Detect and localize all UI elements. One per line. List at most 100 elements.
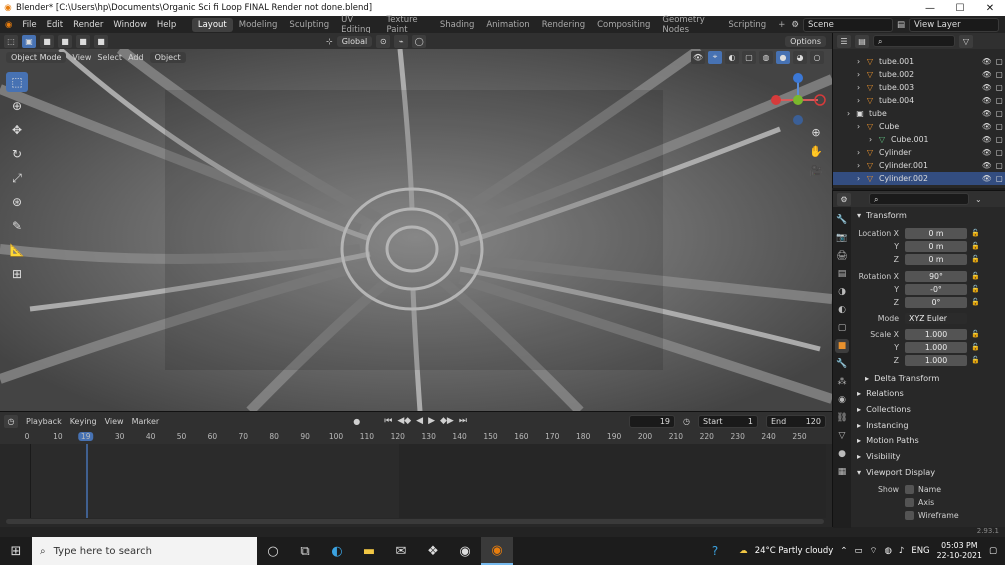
help-icon[interactable]: ? — [712, 544, 718, 558]
constraints-tab-icon[interactable]: ⛓ — [835, 411, 849, 425]
lock-icon[interactable]: 🔓 — [971, 255, 980, 263]
proportional-edit-icon[interactable]: ◯ — [412, 34, 427, 48]
tab-shading[interactable]: Shading — [434, 18, 481, 32]
properties-editor-type-icon[interactable]: ⚙ — [837, 192, 851, 206]
viewport-display-panel[interactable]: ▾ Viewport Display — [853, 464, 1005, 480]
properties-search-input[interactable]: ⌕ — [869, 193, 969, 205]
tab-sculpting[interactable]: Sculpting — [283, 18, 335, 32]
add-cube-tool-icon[interactable]: ⊞ — [6, 264, 28, 284]
lock-icon[interactable]: 🔓 — [971, 330, 980, 338]
weather-icon[interactable]: ☁ — [739, 546, 748, 556]
eye-icon[interactable]: 👁 — [982, 174, 992, 183]
jump-start-icon[interactable]: ⏮ — [384, 416, 392, 426]
camera-icon[interactable]: ▢ — [996, 83, 1003, 92]
visibility-icon[interactable]: 👁 — [691, 50, 705, 64]
view-layer-icon[interactable]: ▤ — [897, 20, 905, 30]
eye-icon[interactable]: 👁 — [982, 122, 992, 131]
end-frame-field[interactable]: End 120 — [766, 414, 826, 428]
wireframe-shading-icon[interactable]: ◍ — [759, 50, 773, 64]
task-view-icon[interactable]: ⧉ — [289, 537, 321, 565]
show-name-checkbox[interactable] — [905, 484, 914, 494]
rotation-z-field[interactable]: 0° — [905, 296, 967, 308]
lock-icon[interactable]: 🔓 — [971, 229, 980, 237]
add-workspace-icon[interactable]: + — [772, 18, 791, 32]
volume-icon[interactable]: ♪ — [899, 546, 904, 556]
relations-panel[interactable]: ▸ Relations — [853, 385, 1005, 401]
show-axis-checkbox[interactable] — [905, 497, 914, 507]
eye-icon[interactable]: 👁 — [982, 148, 992, 157]
material-shading-icon[interactable]: ◕ — [793, 50, 807, 64]
output-tab-icon[interactable]: 🖨 — [835, 249, 849, 263]
view-layer-selector[interactable]: View Layer — [909, 17, 999, 32]
scene-selector[interactable]: Scene — [802, 17, 893, 32]
object-tab-icon[interactable]: ■ — [835, 339, 849, 353]
scene-tab-icon[interactable]: ◑ — [835, 285, 849, 299]
select-tool-icon[interactable]: ⬚ — [6, 72, 28, 92]
xray-icon[interactable]: ▢ — [742, 50, 756, 64]
gizmo-icon[interactable]: ⌖ — [708, 50, 722, 64]
mail-icon[interactable]: ✉ — [385, 537, 417, 565]
rotate-tool-icon[interactable]: ↻ — [6, 144, 28, 164]
expand-arrow-icon[interactable]: › — [869, 135, 877, 144]
options-dropdown[interactable]: Options — [785, 35, 826, 47]
language-indicator[interactable]: ENG — [911, 546, 929, 556]
menu-object[interactable]: Object — [149, 51, 186, 63]
timeline-scrollbar[interactable] — [6, 519, 824, 524]
taskbar-search[interactable]: ⌕ Type here to search — [32, 537, 257, 565]
outliner-row[interactable]: › ▽ tube.001 👁 ▢ — [833, 55, 1005, 68]
lock-icon[interactable]: 🔓 — [971, 285, 980, 293]
texture-tab-icon[interactable]: ▦ — [835, 465, 849, 479]
outliner-row[interactable]: › ▽ Cylinder.001 👁 ▢ — [833, 159, 1005, 172]
outliner-row[interactable]: › ▽ tube.003 👁 ▢ — [833, 81, 1005, 94]
measure-tool-icon[interactable]: 📐 — [6, 240, 28, 260]
select-mode-new-icon[interactable]: ■ — [40, 34, 54, 48]
prev-keyframe-icon[interactable]: ◀◆ — [397, 416, 411, 426]
edge-icon[interactable]: ◐ — [321, 537, 353, 565]
menu-file[interactable]: File — [17, 20, 41, 30]
menu-window[interactable]: Window — [108, 20, 152, 30]
clock[interactable]: 05:03 PM 22-10-2021 — [937, 541, 982, 561]
play-reverse-icon[interactable]: ◀ — [416, 416, 423, 426]
timeline-editor-type-icon[interactable]: ◷ — [4, 414, 18, 428]
rendered-shading-icon[interactable]: ○ — [810, 50, 824, 64]
camera-icon[interactable]: ▢ — [996, 174, 1003, 183]
menu-view[interactable]: View — [72, 53, 91, 62]
maximize-button[interactable]: ☐ — [945, 3, 975, 14]
world-tab-icon[interactable]: ◐ — [835, 303, 849, 317]
material-tab-icon[interactable]: ● — [835, 447, 849, 461]
menu-playback[interactable]: Playback — [26, 417, 62, 426]
rotation-x-field[interactable]: 90° — [905, 270, 967, 282]
outliner-row[interactable]: › ▽ Cylinder 👁 ▢ — [833, 146, 1005, 159]
expand-arrow-icon[interactable]: › — [857, 70, 865, 79]
move-tool-icon[interactable]: ✥ — [6, 120, 28, 140]
menu-help[interactable]: Help — [152, 20, 181, 30]
show-wireframe-checkbox[interactable] — [905, 510, 914, 520]
cortana-icon[interactable]: ○ — [257, 537, 289, 565]
annotate-tool-icon[interactable]: ✎ — [6, 216, 28, 236]
transform-panel-header[interactable]: ▾ Transform — [853, 207, 1005, 223]
file-explorer-icon[interactable]: ▬ — [353, 537, 385, 565]
tab-scripting[interactable]: Scripting — [722, 18, 772, 32]
pan-hand-icon[interactable]: ✋ — [809, 145, 823, 158]
location-x-field[interactable]: 0 m — [905, 227, 967, 239]
notifications-icon[interactable]: ▢ — [989, 546, 997, 556]
expand-arrow-icon[interactable]: › — [857, 161, 865, 170]
github-icon[interactable]: ◉ — [449, 537, 481, 565]
outliner-search-input[interactable]: ⌕ — [873, 35, 955, 47]
expand-arrow-icon[interactable]: › — [857, 148, 865, 157]
outliner-editor-type-icon[interactable]: ☰ — [837, 34, 851, 48]
chevron-up-icon[interactable]: ⌃ — [840, 546, 847, 556]
outliner-row[interactable]: › ▽ Cube.001 👁 ▢ — [833, 133, 1005, 146]
delta-transform-panel[interactable]: ▸ Delta Transform — [853, 370, 1005, 386]
expand-arrow-icon[interactable]: › — [857, 96, 865, 105]
current-frame-indicator[interactable]: 19 — [77, 432, 94, 441]
close-button[interactable]: ✕ — [975, 3, 1005, 14]
camera-icon[interactable]: ▢ — [996, 148, 1003, 157]
eye-icon[interactable]: 👁 — [982, 96, 992, 105]
battery-icon[interactable]: ▭ — [854, 546, 862, 556]
zoom-icon[interactable]: ⊕ — [811, 126, 820, 139]
scale-z-field[interactable]: 1.000 — [905, 354, 967, 366]
globe-icon[interactable]: ◍ — [884, 546, 891, 556]
menu-add[interactable]: Add — [128, 53, 144, 62]
outliner-row[interactable]: › ▽ Cylinder.002 👁 ▢ — [833, 172, 1005, 185]
